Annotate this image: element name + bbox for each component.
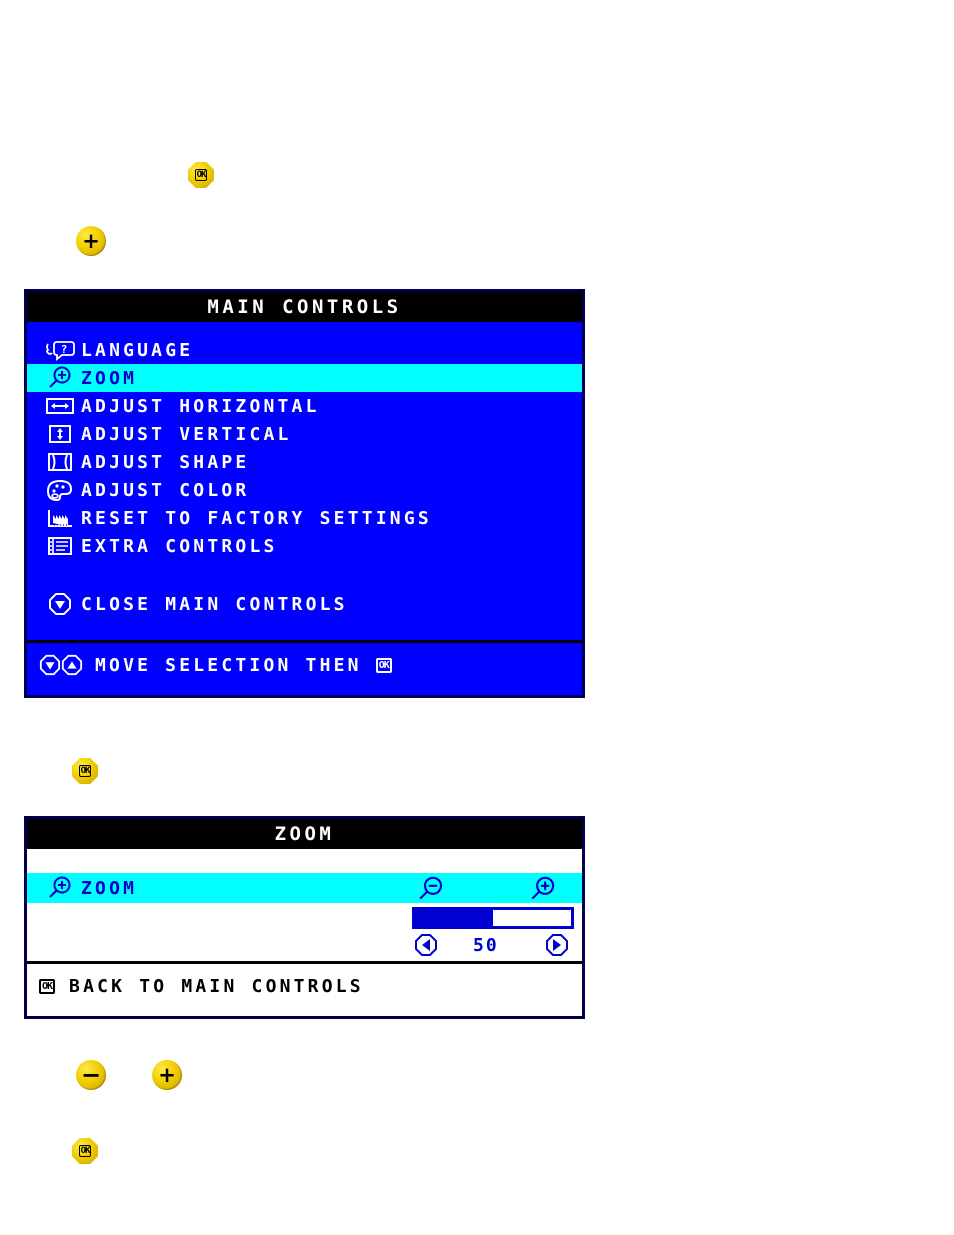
zoom-panel-body: ZOOM 50 <box>27 849 582 961</box>
down-arrow-circle-icon <box>39 592 81 616</box>
horizontal-arrows-icon <box>39 395 81 417</box>
plus-button-bottom[interactable]: + <box>152 1060 182 1090</box>
minus-button-bottom[interactable]: − <box>76 1060 106 1090</box>
ok-button-middle[interactable]: OK <box>70 756 100 786</box>
svg-text:?: ? <box>61 343 68 356</box>
menu-item-label: CLOSE MAIN CONTROLS <box>81 593 348 615</box>
footer-arrow-icons <box>39 654 83 676</box>
menu-item-adjust-horizontal[interactable]: ADJUST HORIZONTAL <box>27 392 582 420</box>
menu-item-adjust-shape[interactable]: ADJUST SHAPE <box>27 448 582 476</box>
zoom-slider-fill <box>415 910 493 926</box>
up-arrow-circle-icon <box>61 654 83 676</box>
vertical-arrows-icon <box>39 423 81 445</box>
zoom-osd-panel: ZOOM ZOOM 50 OK BACK TO MAIN CONTROLS <box>24 816 585 1019</box>
magnifier-plus-icon <box>39 365 81 391</box>
main-controls-osd-panel: MAIN CONTROLS ? LANGUAGE ZOOM ADJUST HOR… <box>24 289 585 698</box>
main-controls-footer-hint: MOVE SELECTION THEN OK <box>27 640 582 687</box>
factory-icon <box>39 507 81 529</box>
list-document-icon <box>39 535 81 557</box>
zoom-panel-title: ZOOM <box>27 819 582 849</box>
zoom-value: 50 <box>473 935 499 956</box>
pincushion-shape-icon <box>39 451 81 473</box>
zoom-slider[interactable] <box>412 907 574 929</box>
ok-glyph-icon: OK <box>39 978 56 994</box>
plus-button-icon: + <box>158 1062 176 1087</box>
zoom-setting-label: ZOOM <box>81 877 138 899</box>
plus-button-icon: + <box>82 228 100 253</box>
main-controls-title: MAIN CONTROLS <box>27 292 582 322</box>
menu-item-label: EXTRA CONTROLS <box>81 535 278 557</box>
menu-item-label: RESET TO FACTORY SETTINGS <box>81 507 432 529</box>
left-triangle-circle-icon[interactable] <box>414 933 438 961</box>
menu-item-label: ADJUST VERTICAL <box>81 423 292 445</box>
ok-button-top[interactable]: OK <box>186 160 216 190</box>
menu-item-label: ADJUST COLOR <box>81 479 250 501</box>
menu-item-label: ADJUST HORIZONTAL <box>81 395 320 417</box>
menu-item-close-main-controls[interactable]: CLOSE MAIN CONTROLS <box>27 590 582 618</box>
menu-item-label: LANGUAGE <box>81 339 194 361</box>
magnifier-plus-icon-increase[interactable] <box>527 875 559 907</box>
zoom-panel-footer-hint[interactable]: OK BACK TO MAIN CONTROLS <box>27 961 582 1008</box>
menu-item-extra-controls[interactable]: EXTRA CONTROLS <box>27 532 582 560</box>
ok-button-icon: OK <box>194 169 208 181</box>
magnifier-plus-icon <box>39 875 81 901</box>
ok-glyph-icon: OK <box>375 657 392 673</box>
menu-item-zoom[interactable]: ZOOM <box>27 364 582 392</box>
down-arrow-circle-icon <box>39 654 61 676</box>
language-speech-bubble-icon: ? <box>39 339 81 361</box>
plus-button-top[interactable]: + <box>76 226 106 256</box>
menu-item-label: ZOOM <box>81 367 138 389</box>
minus-button-icon: − <box>80 1061 102 1089</box>
main-controls-menu-list: ? LANGUAGE ZOOM ADJUST HORIZONTAL ADJUST… <box>27 322 582 640</box>
menu-item-adjust-vertical[interactable]: ADJUST VERTICAL <box>27 420 582 448</box>
zoom-setting-row[interactable]: ZOOM <box>27 873 582 903</box>
right-triangle-circle-icon[interactable] <box>545 933 569 961</box>
magnifier-minus-icon[interactable] <box>417 875 449 907</box>
footer-hint-text: BACK TO MAIN CONTROLS <box>69 975 364 997</box>
ok-button-bottom[interactable]: OK <box>70 1136 100 1166</box>
menu-item-reset-to-factory-settings[interactable]: RESET TO FACTORY SETTINGS <box>27 504 582 532</box>
menu-item-language[interactable]: ? LANGUAGE <box>27 336 582 364</box>
ok-button-icon: OK <box>78 765 92 777</box>
footer-hint-text: MOVE SELECTION THEN <box>95 654 362 676</box>
menu-item-label: ADJUST SHAPE <box>81 451 250 473</box>
ok-button-icon: OK <box>78 1145 92 1157</box>
menu-item-adjust-color[interactable]: ADJUST COLOR <box>27 476 582 504</box>
color-palette-icon <box>39 478 81 502</box>
